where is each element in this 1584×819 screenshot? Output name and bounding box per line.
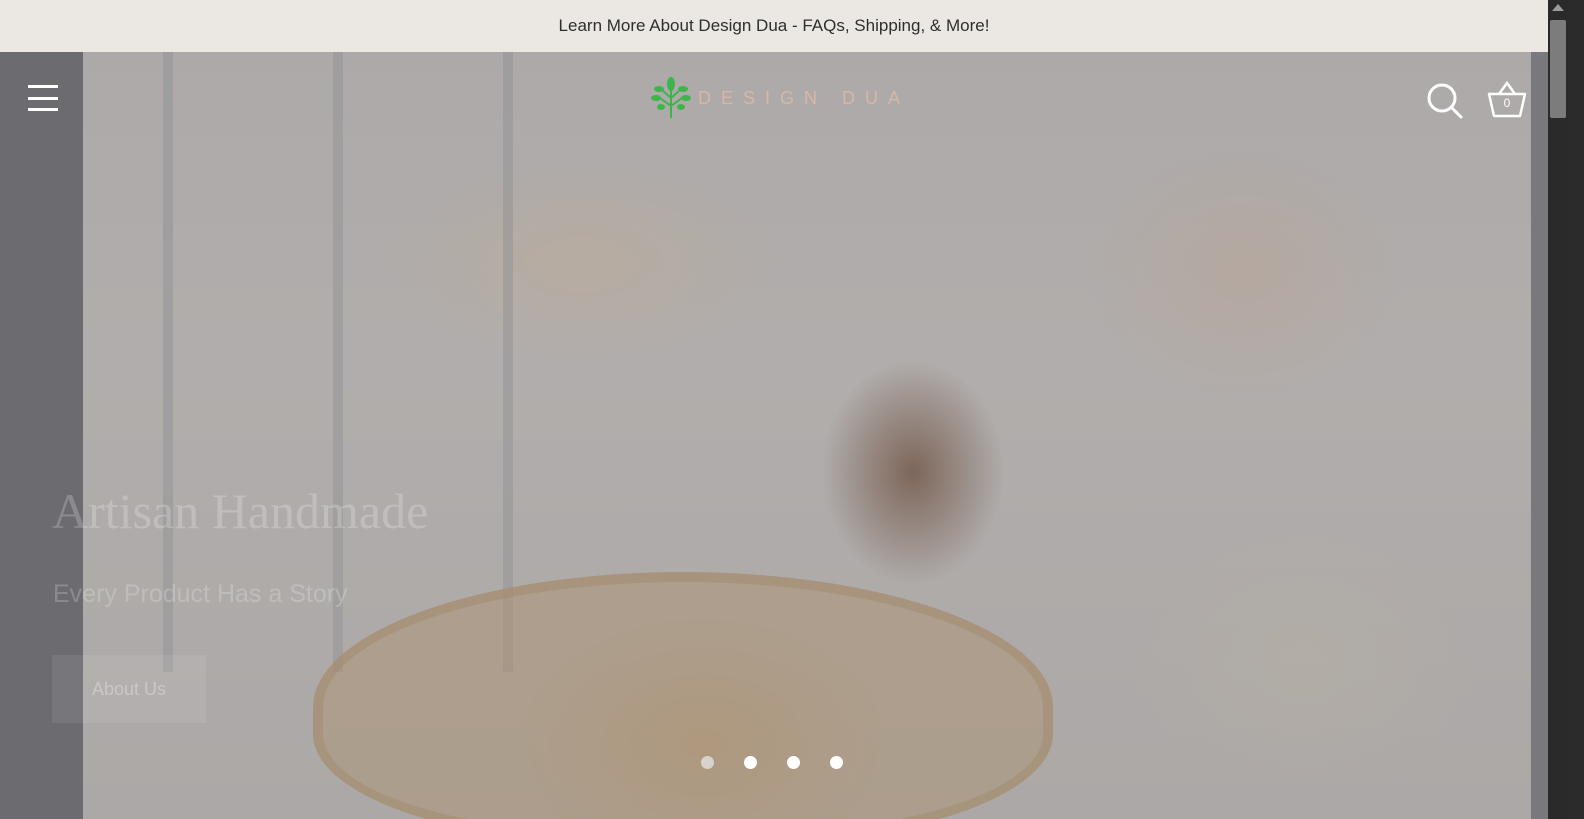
logo-wordmark: DESIGN DUA [698,87,911,108]
scroll-up-arrow-icon[interactable] [1552,4,1564,11]
cart-count: 0 [1503,96,1511,110]
slider-dot-3[interactable] [787,756,800,769]
menu-line [28,108,58,111]
site-logo[interactable]: DESIGN DUA [650,76,910,120]
menu-line [28,85,58,88]
announcement-bar[interactable]: Learn More About Design Dua - FAQs, Ship… [0,0,1548,52]
tree-leaf-icon [651,77,691,118]
slide-subtitle: Every Product Has a Story [53,580,348,608]
slider-dot-2[interactable] [744,756,757,769]
about-us-button[interactable]: About Us [52,655,206,723]
scrollbar-thumb[interactable] [1550,20,1566,118]
announcement-text[interactable]: Learn More About Design Dua - FAQs, Ship… [559,16,990,36]
slider-dot-4[interactable] [830,756,843,769]
slide-title: Artisan Handmade [52,483,429,539]
window-edge [1568,0,1584,819]
search-icon[interactable] [1426,82,1464,120]
basket-icon[interactable]: 0 [1487,80,1527,120]
slider-dots [701,756,843,769]
menu-line [28,96,58,100]
scrollbar[interactable] [1548,0,1568,819]
hamburger-menu-icon[interactable] [28,85,58,111]
hero-overlay [0,52,1548,819]
search-icon-graphic [1427,83,1463,119]
hero-slideshow: Artisan Handmade Every Product Has a Sto… [0,52,1548,819]
slider-dot-1[interactable] [701,756,714,769]
